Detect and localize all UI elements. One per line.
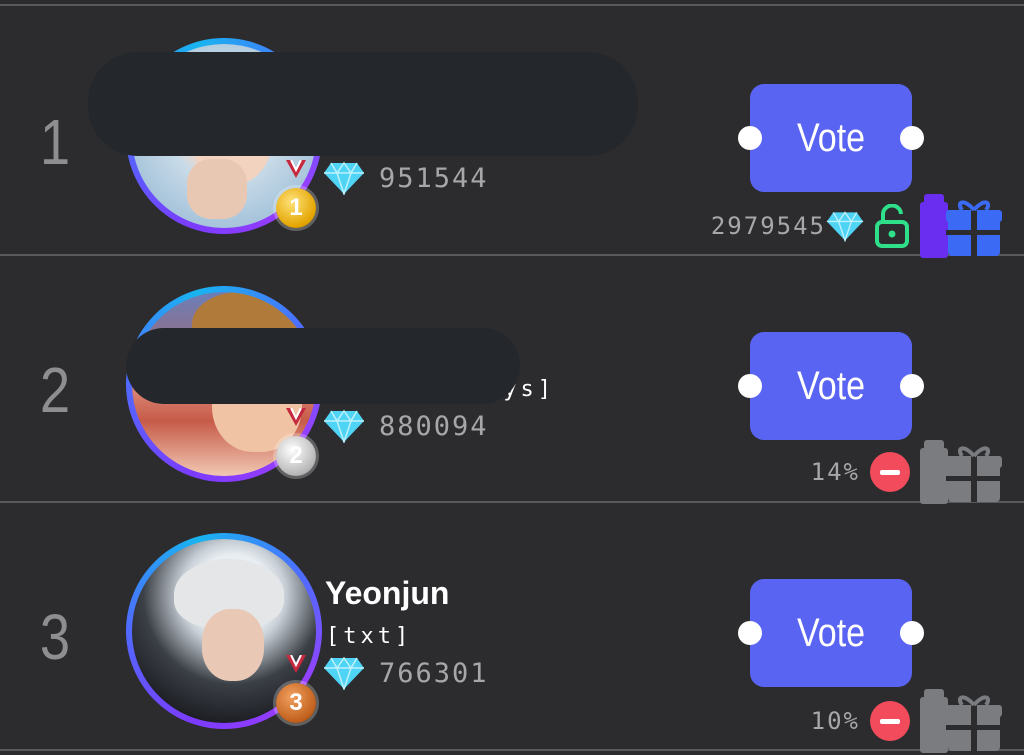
group-name: [txt] [326, 624, 413, 649]
diamond-icon [826, 211, 864, 242]
ribbon-icon [286, 655, 306, 673]
vote-button[interactable]: Vote [738, 579, 924, 687]
gift-icon[interactable] [920, 689, 1002, 753]
redacted-name-overlay [88, 52, 638, 156]
member-name: Yeonjun [325, 575, 450, 611]
minus-circle-icon[interactable] [870, 452, 910, 492]
vote-meta: 10% [811, 689, 1002, 753]
gem-count: 880094 [323, 406, 489, 446]
ribbon-icon [286, 408, 306, 426]
rank-number: 1 [39, 106, 71, 178]
diamond-icon [324, 656, 364, 690]
total-gems-text: 2979545 [710, 212, 826, 240]
vote-meta: 2979545 [711, 194, 1002, 258]
gem-count: 951544 [323, 158, 489, 198]
gem-value: 880094 [379, 410, 489, 442]
vote-button-label: Vote [796, 363, 866, 408]
rank-medal-icon: 1 [276, 188, 316, 228]
gem-count: 766301 [323, 653, 489, 693]
leaderboard-row-3[interactable]: 3 3 Yeonjun [txt] 766301 Vote 10% [0, 503, 1024, 753]
avatar-ring[interactable]: 3 [126, 533, 322, 729]
leaderboard-row-2[interactable]: 2 2 oys] 880094 Vote 14% [0, 256, 1024, 504]
vote-button[interactable]: Vote [738, 84, 924, 192]
gift-icon[interactable] [920, 440, 1002, 504]
vote-button-label: Vote [796, 610, 866, 655]
diamond-icon [324, 161, 364, 195]
rank-medal-icon: 3 [276, 683, 316, 723]
vote-button-label: Vote [796, 115, 866, 160]
minus-circle-icon[interactable] [870, 701, 910, 741]
gem-value: 951544 [379, 162, 489, 194]
diamond-icon [324, 409, 364, 443]
vote-meta: 14% [811, 440, 1002, 504]
ribbon-icon [286, 160, 306, 178]
percentage-text: 10% [810, 707, 860, 735]
gift-icon[interactable] [920, 194, 1002, 258]
percentage-text: 14% [810, 458, 860, 486]
redacted-name-overlay [126, 328, 520, 404]
gem-value: 766301 [379, 657, 489, 689]
leaderboard-row-1[interactable]: 1 1 951544 Vote 2979545 [0, 6, 1024, 258]
rank-medal-icon: 2 [276, 436, 316, 476]
unlock-icon[interactable] [874, 204, 910, 248]
rank-number: 2 [39, 354, 71, 426]
vote-button[interactable]: Vote [738, 332, 924, 440]
rank-number: 3 [39, 601, 71, 673]
